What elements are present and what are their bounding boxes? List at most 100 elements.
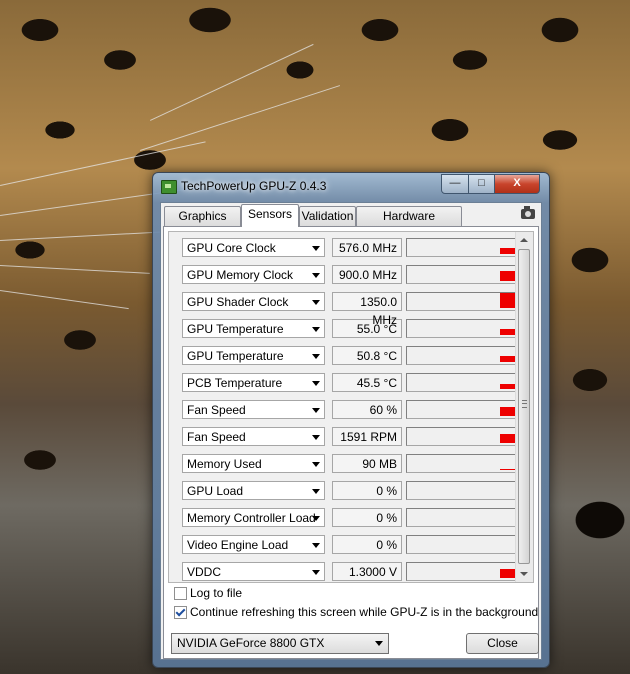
app-icon[interactable] <box>161 180 177 194</box>
chevron-down-icon[interactable] <box>312 462 320 467</box>
chevron-down-icon[interactable] <box>312 327 320 332</box>
sensor-graph <box>406 535 519 554</box>
window-client-area: Graphics Card Sensors Validation Hardwar… <box>160 202 542 660</box>
sensor-graph-bar <box>500 248 516 254</box>
gpu-selector-value[interactable]: NVIDIA GeForce 8800 GTX <box>171 633 389 654</box>
sensor-graph-bar <box>500 329 516 335</box>
chevron-down-icon[interactable] <box>312 381 320 386</box>
sensor-graph <box>406 562 519 581</box>
sensor-name-dropdown[interactable]: PCB Temperature <box>182 373 325 392</box>
sensor-value: 60 % <box>332 400 402 419</box>
sensor-row: GPU Memory Clock 900.0 MHz <box>169 262 519 289</box>
sensor-graph-bar <box>500 407 516 416</box>
tab-hardware-giveaway[interactable]: Hardware Giveaway <box>356 206 462 241</box>
sensor-value: 1350.0 MHz <box>332 292 402 327</box>
sensor-name: GPU Memory Clock <box>187 268 294 282</box>
wallpaper-whisker <box>150 43 314 121</box>
sensor-name-dropdown[interactable]: GPU Core Clock <box>182 238 325 257</box>
chevron-down-icon[interactable] <box>312 489 320 494</box>
sensor-row: Fan Speed 1591 RPM <box>169 424 519 451</box>
sensor-graph <box>406 454 519 473</box>
sensor-name-dropdown[interactable]: GPU Shader Clock <box>182 292 325 311</box>
sensor-name-dropdown[interactable]: GPU Load <box>182 481 325 500</box>
sensor-value: 45.5 °C <box>332 373 402 392</box>
wallpaper-whisker <box>0 290 129 310</box>
sensor-graph-bar <box>500 384 516 389</box>
sensor-graph-bar <box>500 569 516 578</box>
sensor-graph-bar <box>500 434 516 443</box>
gpuz-window: TechPowerUp GPU-Z 0.4.3 — □ X Graphics C… <box>152 172 550 668</box>
gpu-selector[interactable]: NVIDIA GeForce 8800 GTX <box>171 633 389 654</box>
chevron-down-icon[interactable] <box>312 246 320 251</box>
sensor-name-dropdown[interactable]: Video Engine Load <box>182 535 325 554</box>
sensor-value: 0 % <box>332 481 402 500</box>
sensor-row: Memory Used 90 MB <box>169 451 519 478</box>
sensor-row: GPU Temperature 55.0 °C <box>169 316 519 343</box>
sensors-panel: VDDC 1.3000 V Video Engine Load 0 % Memory C… <box>163 226 539 659</box>
continue-refreshing-checkbox[interactable] <box>174 606 187 619</box>
sensor-graph <box>406 427 519 446</box>
chevron-down-icon[interactable] <box>312 543 320 548</box>
sensor-row: VDDC 1.3000 V <box>169 559 519 582</box>
wallpaper-whisker <box>140 85 341 151</box>
sensor-name-dropdown[interactable]: Fan Speed <box>182 400 325 419</box>
log-to-file-checkbox[interactable] <box>174 587 187 600</box>
sensor-value: 1591 RPM <box>332 427 402 446</box>
sensor-graph-bar <box>500 271 516 281</box>
sensor-graph <box>406 265 519 284</box>
scroll-down-icon[interactable] <box>520 572 528 576</box>
chevron-down-icon[interactable] <box>312 300 320 305</box>
sensor-graph <box>406 373 519 392</box>
sensor-name-dropdown[interactable]: GPU Temperature <box>182 346 325 365</box>
sensor-list: VDDC 1.3000 V Video Engine Load 0 % Memory C… <box>168 231 534 583</box>
title-bar[interactable]: TechPowerUp GPU-Z 0.4.3 — □ X <box>153 173 549 199</box>
tab-validation[interactable]: Validation <box>299 206 356 226</box>
sensor-name: Memory Used <box>187 457 262 471</box>
sensor-name-dropdown[interactable]: GPU Temperature <box>182 319 325 338</box>
minimize-button[interactable]: — <box>441 174 469 194</box>
sensor-value: 1.3000 V <box>332 562 402 581</box>
close-button[interactable]: Close <box>466 633 539 654</box>
sensor-value: 50.8 °C <box>332 346 402 365</box>
sensor-row: Memory Controller Load 0 % <box>169 505 519 532</box>
sensor-value: 900.0 MHz <box>332 265 402 284</box>
sensor-row: GPU Load 0 % <box>169 478 519 505</box>
sensor-name-dropdown[interactable]: Fan Speed <box>182 427 325 446</box>
sensor-name: Video Engine Load <box>187 538 289 552</box>
sensor-name: Fan Speed <box>187 403 246 417</box>
camera-icon[interactable] <box>521 206 535 219</box>
sensor-row: Video Engine Load 0 % <box>169 532 519 559</box>
chevron-down-icon[interactable] <box>312 354 320 359</box>
sensor-graph-bar <box>500 293 516 308</box>
vertical-scrollbar[interactable] <box>515 232 533 582</box>
sensor-name-dropdown[interactable]: VDDC <box>182 562 325 581</box>
sensor-name: PCB Temperature <box>187 376 283 390</box>
sensor-row: Fan Speed 60 % <box>169 397 519 424</box>
sensor-name-dropdown[interactable]: Memory Used <box>182 454 325 473</box>
tab-graphics-card[interactable]: Graphics Card <box>164 206 241 241</box>
continue-refreshing-label[interactable]: Continue refreshing this screen while GP… <box>190 604 538 620</box>
scroll-up-icon[interactable] <box>520 238 528 242</box>
chevron-down-icon[interactable] <box>312 435 320 440</box>
chevron-down-icon[interactable] <box>375 641 383 646</box>
sensor-name-dropdown[interactable]: Memory Controller Load <box>182 508 325 527</box>
sensor-name: GPU Core Clock <box>187 241 276 255</box>
close-window-button[interactable]: X <box>494 174 540 194</box>
chevron-down-icon[interactable] <box>312 273 320 278</box>
scrollbar-thumb[interactable] <box>518 249 530 564</box>
sensor-row: GPU Temperature 50.8 °C <box>169 343 519 370</box>
sensor-value: 0 % <box>332 508 402 527</box>
sensor-graph <box>406 238 519 257</box>
sensor-graph <box>406 481 519 500</box>
sensor-name-dropdown[interactable]: GPU Memory Clock <box>182 265 325 284</box>
log-to-file-label[interactable]: Log to file <box>190 585 242 601</box>
chevron-down-icon[interactable] <box>312 408 320 413</box>
sensor-graph <box>406 319 519 338</box>
chevron-down-icon[interactable] <box>312 570 320 575</box>
sensor-value: 0 % <box>332 535 402 554</box>
tab-sensors[interactable]: Sensors <box>241 204 299 227</box>
sensor-value: 576.0 MHz <box>332 238 402 257</box>
sensor-name: VDDC <box>187 565 222 579</box>
maximize-button[interactable]: □ <box>468 174 495 194</box>
chevron-down-icon[interactable] <box>312 516 320 521</box>
